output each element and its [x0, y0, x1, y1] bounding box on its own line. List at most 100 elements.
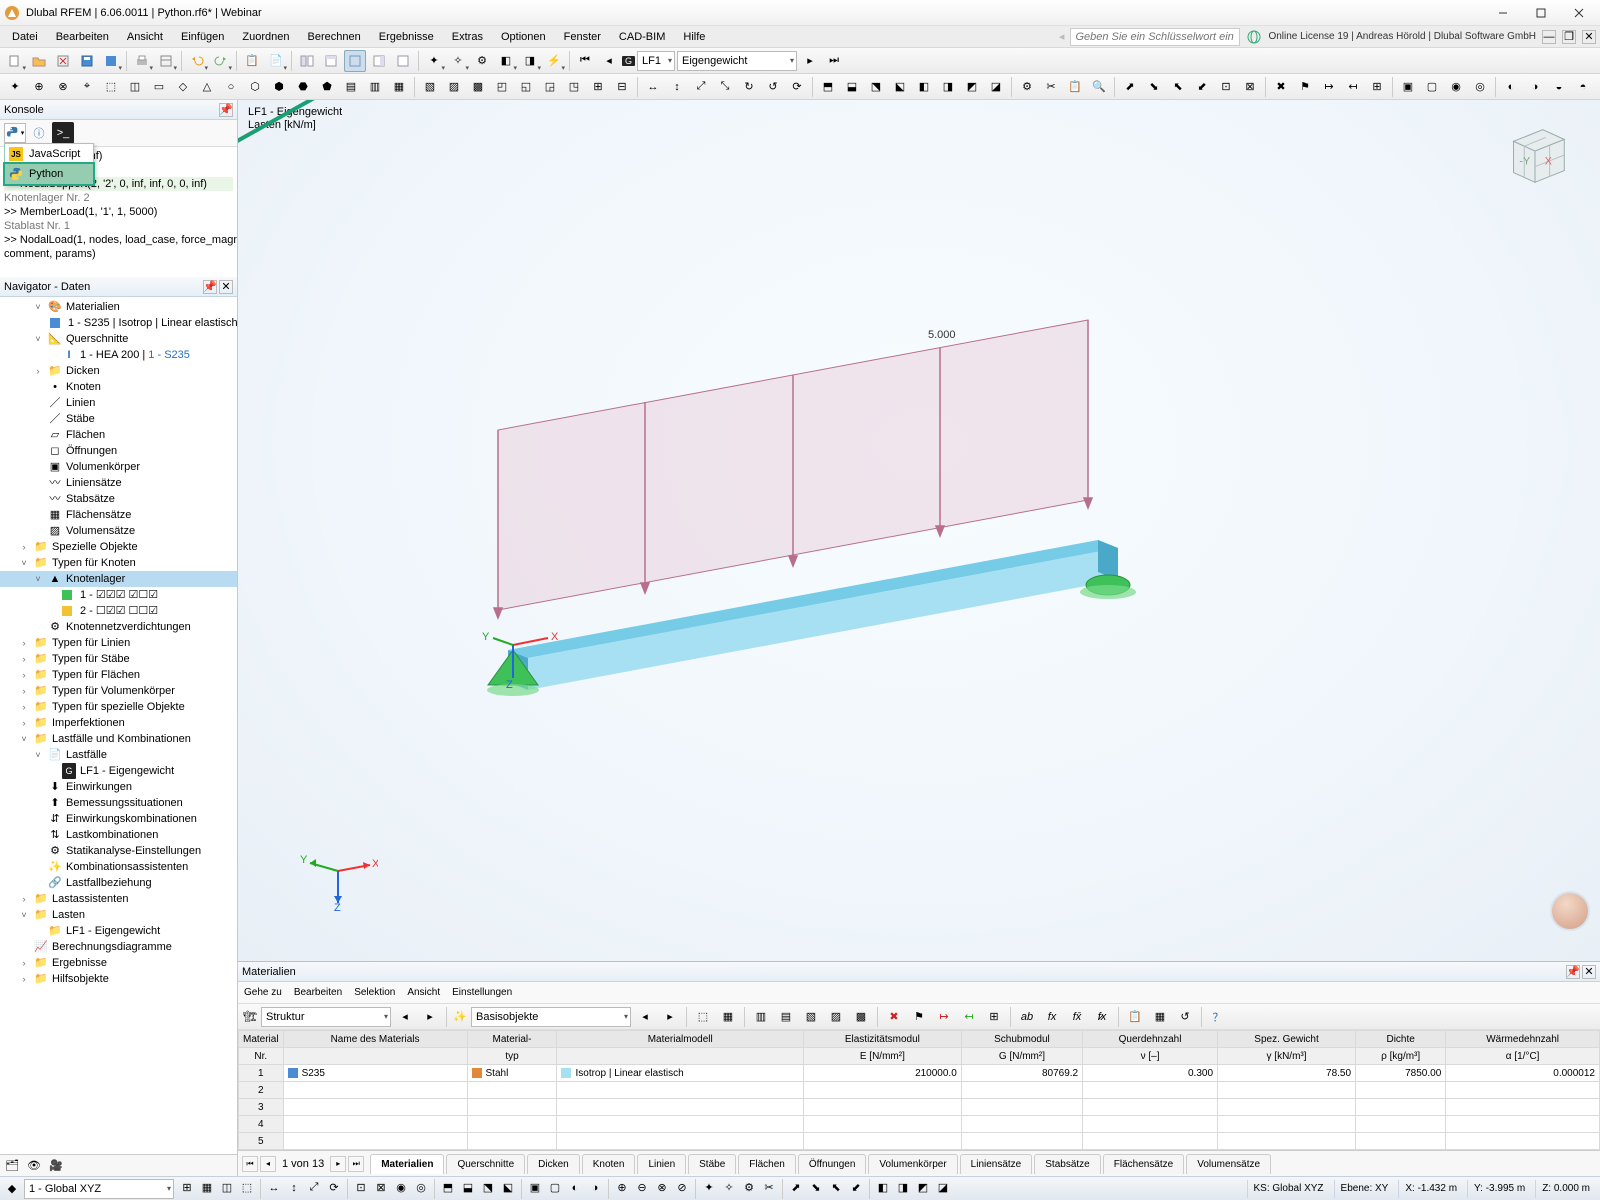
tb2-btn-41[interactable]: ◨	[937, 76, 959, 98]
status-btn-38[interactable]: ⬋	[847, 1179, 865, 1197]
tb2-btn-24[interactable]: ◳	[563, 76, 585, 98]
view-cube-icon[interactable]: -Y X	[1496, 116, 1574, 194]
mat-close-icon[interactable]: ✕	[1582, 965, 1596, 979]
tb-save[interactable]	[76, 50, 98, 72]
tree-node[interactable]: ›📁Typen für spezielle Objekte	[0, 699, 237, 715]
tb2-btn-12[interactable]: ⬣	[292, 76, 314, 98]
tree-node[interactable]: ›📁Dicken	[0, 363, 237, 379]
menu-item-javascript[interactable]: JSJavaScript	[5, 144, 93, 164]
tb-nav-next[interactable]: ▸	[799, 50, 821, 72]
status-btn-13[interactable]: ◎	[412, 1179, 430, 1197]
tree-node[interactable]: GLF1 - Eigengewicht	[0, 763, 237, 779]
tb2-btn-58[interactable]: ⚑	[1294, 76, 1316, 98]
tb-panel4[interactable]	[368, 50, 390, 72]
tree-node[interactable]: ›📁Spezielle Objekte	[0, 539, 237, 555]
tb2-btn-13[interactable]: ⬟	[316, 76, 338, 98]
search-input[interactable]	[1070, 28, 1240, 46]
matbar-d[interactable]: ▨	[825, 1006, 847, 1028]
status-btn-11[interactable]: ⊠	[372, 1179, 390, 1197]
tb2-btn-45[interactable]: ⚙	[1016, 76, 1038, 98]
tb-misc-e[interactable]: ◨▾	[519, 50, 541, 72]
status-btn-6[interactable]: ↕	[285, 1179, 303, 1197]
tb-panel5[interactable]	[392, 50, 414, 72]
matbar-filter[interactable]: ▦	[717, 1006, 739, 1028]
matbar-e[interactable]: ▩	[850, 1006, 872, 1028]
matbar-pick[interactable]: ⬚	[692, 1006, 714, 1028]
tab-dicken[interactable]: Dicken	[527, 1154, 580, 1174]
tb2-btn-59[interactable]: ↦	[1318, 76, 1340, 98]
tree-node[interactable]: ⬇Einwirkungen	[0, 779, 237, 795]
tb-redo[interactable]: ▾	[210, 50, 232, 72]
tb2-btn-28[interactable]: ↔	[642, 76, 664, 98]
tb2-btn-65[interactable]: ◉	[1445, 76, 1467, 98]
tree-node[interactable]: ›📁Typen für Stäbe	[0, 651, 237, 667]
matbar-fx3[interactable]: fx̄	[1066, 1006, 1088, 1028]
tb-nav-prev[interactable]: ◂	[598, 50, 620, 72]
tree-node[interactable]: ˅📄Lastfälle	[0, 747, 237, 763]
tb2-btn-8[interactable]: △	[196, 76, 218, 98]
tb2-btn-3[interactable]: ⌖	[76, 76, 98, 98]
tb-paste[interactable]: 📄▾	[265, 50, 287, 72]
status-btn-7[interactable]: ⤢	[305, 1179, 323, 1197]
tree-node[interactable]: ›📁Hilfsobjekte	[0, 971, 237, 987]
status-btn-10[interactable]: ⊡	[352, 1179, 370, 1197]
cs-select[interactable]: 1 - Global XYZ	[24, 1179, 174, 1199]
mat-pin-icon[interactable]: 📌	[1566, 965, 1580, 979]
tb2-btn-40[interactable]: ◧	[913, 76, 935, 98]
status-btn-32[interactable]: ⚙	[740, 1179, 758, 1197]
tb2-btn-66[interactable]: ◎	[1469, 76, 1491, 98]
tb-model-data[interactable]: ▾	[155, 50, 177, 72]
tb2-btn-57[interactable]: ✖	[1270, 76, 1292, 98]
status-btn-18[interactable]: ⬕	[499, 1179, 517, 1197]
matbar-a[interactable]: ▥	[750, 1006, 772, 1028]
matbar-delete[interactable]: ✖	[883, 1006, 905, 1028]
tree-node[interactable]: ／Stäbe	[0, 411, 237, 427]
tree-node[interactable]: ˅📁Lastfälle und Kombinationen	[0, 731, 237, 747]
status-btn-16[interactable]: ⬓	[459, 1179, 477, 1197]
matsub-bearbeiten[interactable]: Bearbeiten	[294, 987, 342, 998]
tb2-btn-48[interactable]: 🔍	[1088, 76, 1110, 98]
tb2-btn-36[interactable]: ⬒	[817, 76, 839, 98]
tb2-btn-4[interactable]: ⬚	[100, 76, 122, 98]
konsole-pin-icon[interactable]: 📌	[219, 103, 233, 117]
tree-node[interactable]: ›📁Ergebnisse	[0, 955, 237, 971]
close-button[interactable]	[1562, 3, 1596, 23]
matbar-rollback[interactable]: ↺	[1174, 1006, 1196, 1028]
matbar-fx4[interactable]: f̷x	[1091, 1006, 1113, 1028]
status-btn-30[interactable]: ✦	[700, 1179, 718, 1197]
matbar-fx2[interactable]: fx	[1041, 1006, 1063, 1028]
tree-node[interactable]: ⬆Bemessungssituationen	[0, 795, 237, 811]
tree-node[interactable]: ›📁Typen für Flächen	[0, 667, 237, 683]
tb2-btn-19[interactable]: ▨	[443, 76, 465, 98]
tree-node[interactable]: 〰Stabsätze	[0, 491, 237, 507]
search-nav-prev-icon[interactable]: ◂	[1059, 30, 1065, 43]
matsub-gehezu[interactable]: Gehe zu	[244, 987, 282, 998]
tab-linien[interactable]: Linien	[637, 1154, 686, 1174]
status-btn-2[interactable]: ◫	[218, 1179, 236, 1197]
tb2-btn-15[interactable]: ▥	[364, 76, 386, 98]
tb2-btn-70[interactable]: ◒	[1548, 76, 1570, 98]
tb-open[interactable]	[28, 50, 50, 72]
tree-node[interactable]: ⚙Statikanalyse-Einstellungen	[0, 843, 237, 859]
tree-node[interactable]: ˅📐Querschnitte	[0, 331, 237, 347]
tb2-btn-29[interactable]: ↕	[666, 76, 688, 98]
3d-viewport[interactable]: LF1 - Eigengewicht Lasten [kN/m]	[238, 100, 1600, 961]
tree-node[interactable]: ／Linien	[0, 395, 237, 411]
tab-liniensätze[interactable]: Liniensätze	[960, 1154, 1033, 1174]
tree-node[interactable]: ◻Öffnungen	[0, 443, 237, 459]
tree-node[interactable]: •Knoten	[0, 379, 237, 395]
tb-panel2[interactable]	[320, 50, 342, 72]
tb-save-dd[interactable]: ▾	[100, 50, 122, 72]
tb2-btn-50[interactable]: ⬈	[1119, 76, 1141, 98]
tb2-btn-2[interactable]: ⊗	[52, 76, 74, 98]
matbar-import[interactable]: ↤	[958, 1006, 980, 1028]
status-btn-26[interactable]: ⊖	[633, 1179, 651, 1197]
tb2-btn-63[interactable]: ▣	[1397, 76, 1419, 98]
menu-ergebnisse[interactable]: Ergebnisse	[371, 28, 442, 46]
tab-flächensätze[interactable]: Flächensätze	[1103, 1154, 1184, 1174]
navigator-tree[interactable]: ˅🎨Materialien1 - S235 | Isotrop | Linear…	[0, 297, 237, 1154]
status-btn-3[interactable]: ⬚	[238, 1179, 256, 1197]
mdi-minimize-icon[interactable]: —	[1542, 30, 1556, 44]
menu-optionen[interactable]: Optionen	[493, 28, 554, 46]
tree-node[interactable]: I1 - HEA 200 | 1 - S235	[0, 347, 237, 363]
